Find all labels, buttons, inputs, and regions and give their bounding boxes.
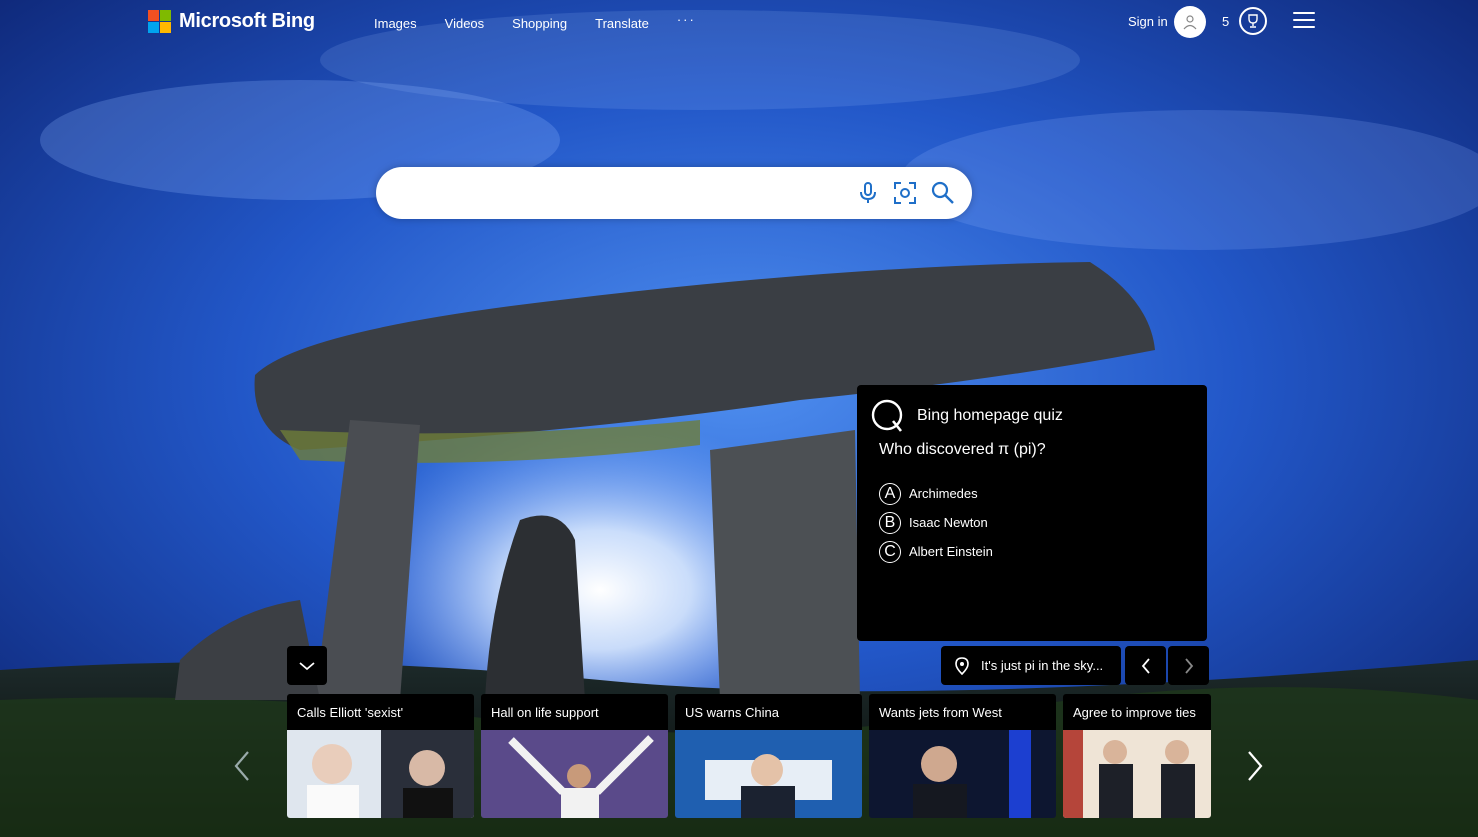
news-headline: Hall on life support <box>481 694 668 730</box>
homepage-quiz-card[interactable]: Bing homepage quiz Who discovered π (pi)… <box>857 385 1207 641</box>
option-letter: B <box>879 511 901 534</box>
option-letter: C <box>879 540 901 563</box>
hamburger-menu-icon[interactable] <box>1293 12 1315 32</box>
carousel-next-icon[interactable] <box>1246 750 1264 787</box>
news-headline: Calls Elliott 'sexist' <box>287 694 474 730</box>
news-card[interactable]: Calls Elliott 'sexist' <box>287 694 474 818</box>
sign-in-link[interactable]: Sign in <box>1128 14 1168 29</box>
quiz-question: Who discovered π (pi)? <box>879 441 1046 458</box>
news-headline: US warns China <box>675 694 862 730</box>
chevron-left-icon <box>1141 657 1150 674</box>
chevron-right-icon <box>1184 657 1193 674</box>
brand-name: Microsoft Bing <box>179 10 315 32</box>
option-label: Archimedes <box>909 486 978 501</box>
bing-logo[interactable]: Microsoft Bing <box>148 10 315 33</box>
user-avatar-icon[interactable] <box>1174 6 1206 38</box>
news-card[interactable]: Wants jets from West <box>869 694 1056 818</box>
nav-shopping[interactable]: Shopping <box>498 14 581 33</box>
rewards-points[interactable]: 5 <box>1222 14 1229 29</box>
rewards-trophy-icon[interactable] <box>1239 7 1267 35</box>
nav-videos[interactable]: Videos <box>431 14 499 33</box>
news-thumbnail <box>287 730 474 818</box>
option-label: Albert Einstein <box>909 544 993 559</box>
quiz-option-c[interactable]: C Albert Einstein <box>879 537 993 566</box>
quiz-header: Bing homepage quiz <box>871 399 1063 433</box>
location-pin-icon <box>955 656 969 675</box>
more-options-icon[interactable]: ··· <box>663 10 710 33</box>
quiz-option-a[interactable]: A Archimedes <box>879 479 993 508</box>
search-box <box>376 167 972 219</box>
microphone-icon[interactable] <box>855 180 881 206</box>
nav-images[interactable]: Images <box>360 14 431 33</box>
news-card[interactable]: US warns China <box>675 694 862 818</box>
top-nav: Images Videos Shopping Translate ··· <box>360 12 710 33</box>
quiz-q-icon <box>871 399 903 432</box>
image-caption-button[interactable]: It's just pi in the sky... <box>941 646 1121 685</box>
news-thumbnail <box>1063 730 1211 818</box>
news-thumbnail <box>675 730 862 818</box>
collapse-feed-button[interactable] <box>287 646 327 685</box>
quiz-option-b[interactable]: B Isaac Newton <box>879 508 993 537</box>
previous-image-button[interactable] <box>1125 646 1166 685</box>
search-input[interactable] <box>396 177 840 211</box>
news-card[interactable]: Agree to improve ties <box>1063 694 1211 818</box>
carousel-prev-icon[interactable] <box>233 750 251 787</box>
news-card[interactable]: Hall on life support <box>481 694 668 818</box>
visual-search-icon[interactable] <box>892 180 918 206</box>
image-caption-text: It's just pi in the sky... <box>981 658 1104 673</box>
option-letter: A <box>879 482 901 505</box>
microsoft-logo-icon <box>148 10 171 33</box>
news-thumbnail <box>481 730 668 818</box>
news-thumbnail <box>869 730 1056 818</box>
next-image-button[interactable] <box>1168 646 1209 685</box>
chevron-down-icon <box>299 661 315 670</box>
news-headline: Agree to improve ties <box>1063 694 1211 730</box>
option-label: Isaac Newton <box>909 515 988 530</box>
news-headline: Wants jets from West <box>869 694 1056 730</box>
quiz-options: A Archimedes B Isaac Newton C Albert Ein… <box>879 479 993 566</box>
search-icon[interactable] <box>930 180 956 206</box>
quiz-title: Bing homepage quiz <box>917 407 1063 424</box>
nav-translate[interactable]: Translate <box>581 14 663 33</box>
